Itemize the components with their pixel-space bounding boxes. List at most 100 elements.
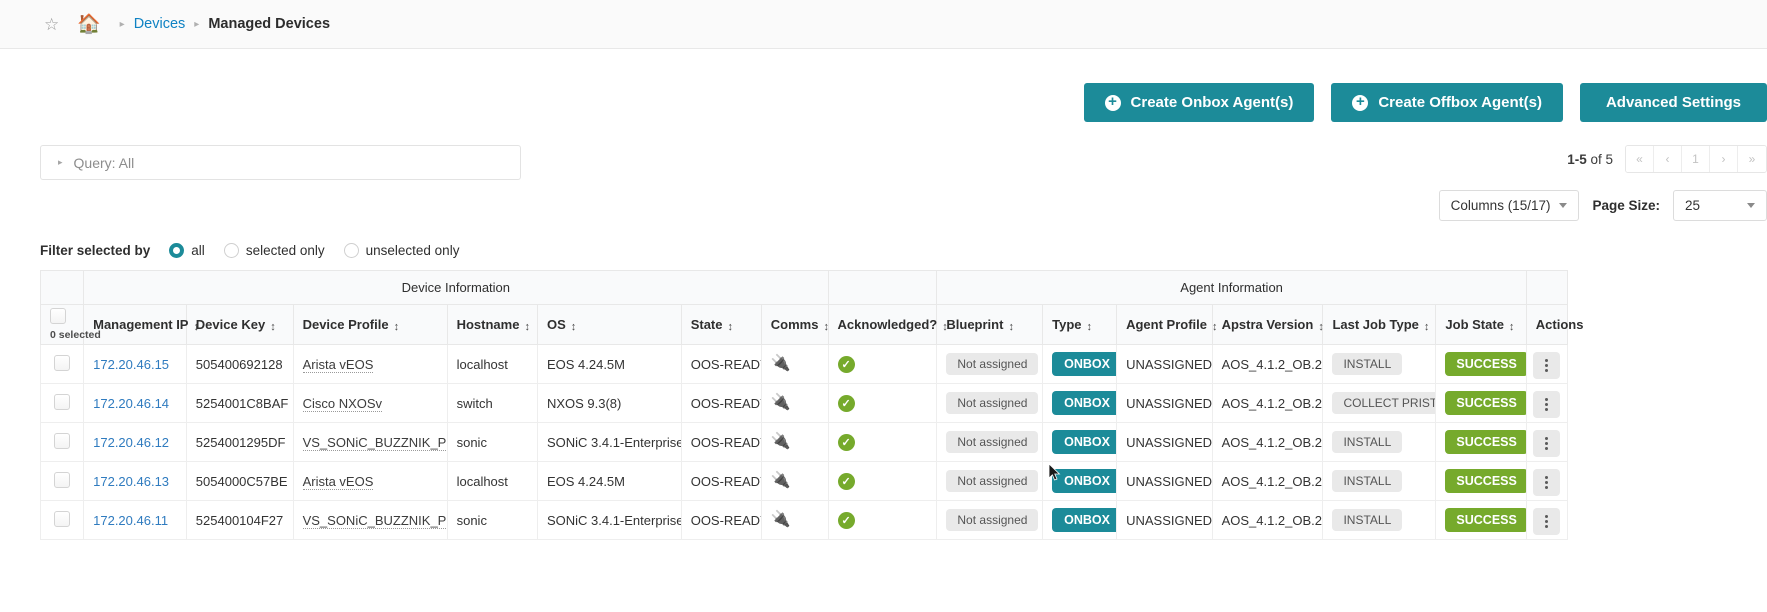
cell-apstra-version: AOS_4.1.2_OB.218 (1211, 344, 1324, 384)
agent-type-badge[interactable]: ONBOX (1052, 507, 1116, 533)
table-row[interactable]: 172.20.46.13 5054000C57BE Arista vEOS local… (39, 461, 1569, 501)
columns-selector-label: Columns (15/17) (1450, 198, 1551, 213)
device-profile-link[interactable]: Cisco NXOSv (302, 395, 383, 412)
column-header-last-job-type[interactable]: Last Job Type ↕ (1322, 304, 1437, 345)
cell-device-key: 5254001C8BAF (185, 383, 294, 423)
agent-type-badge[interactable]: ONBOX (1052, 390, 1116, 416)
agent-type-badge[interactable]: ONBOX (1052, 429, 1116, 455)
row-actions-kebab-icon[interactable] (1533, 390, 1561, 418)
cell-agent-profile: UNASSIGNED (1116, 500, 1213, 540)
cell-state: OOS-READY (680, 383, 762, 423)
cell-type: ONBOX (1042, 383, 1118, 423)
table-row[interactable]: 172.20.46.11 525400104F27 VS_SONiC_BUZZNIK… (39, 500, 1569, 540)
row-select-checkbox[interactable] (54, 432, 71, 449)
management-ip-link[interactable]: 172.20.46.11 (93, 513, 168, 528)
create-onbox-agents-button[interactable]: + Create Onbox Agent(s) (1083, 83, 1315, 122)
pagination-range-total: of 5 (1586, 151, 1613, 167)
column-header-os[interactable]: OS ↕ (536, 304, 682, 345)
job-state-badge: SUCCESS (1445, 507, 1526, 533)
blueprint-badge: Not assigned (946, 509, 1039, 531)
agent-type-badge[interactable]: ONBOX (1052, 468, 1116, 494)
row-select-checkbox[interactable] (54, 510, 71, 527)
job-state-badge: SUCCESS (1445, 390, 1526, 416)
cell-last-job-type: INSTALL (1322, 461, 1437, 501)
column-header-agent-profile[interactable]: Agent Profile ↕ (1116, 304, 1217, 345)
column-header-acknowledged[interactable]: Acknowledged? ↕ (827, 304, 948, 345)
cell-device-key: 505400692128 (185, 344, 294, 384)
management-ip-link[interactable]: 172.20.46.14 (93, 396, 169, 411)
column-header-blueprint[interactable]: Blueprint ↕ (936, 304, 1044, 345)
cell-actions (1525, 383, 1569, 423)
query-label: Query: All (73, 154, 135, 171)
management-ip-link[interactable]: 172.20.46.13 (93, 474, 169, 489)
radio-icon[interactable] (223, 243, 239, 258)
pagination-last-button[interactable]: » (1738, 146, 1766, 172)
column-header-device-profile[interactable]: Device Profile ↕ (292, 304, 448, 345)
row-actions-kebab-icon[interactable] (1533, 468, 1561, 496)
plus-icon: + (1352, 94, 1369, 111)
row-select-checkbox[interactable] (54, 393, 71, 410)
create-offbox-agents-button[interactable]: + Create Offbox Agent(s) (1331, 83, 1563, 122)
filter-option-selected-only[interactable]: selected only (223, 243, 325, 258)
column-header-job-state-label: Job State (1445, 317, 1504, 332)
query-builder[interactable]: ▸ Query: All (40, 145, 521, 180)
sort-icon: ↕ (393, 321, 400, 333)
management-ip-link[interactable]: 172.20.46.12 (93, 435, 169, 450)
column-header-hostname[interactable]: Hostname ↕ (446, 304, 538, 345)
home-icon[interactable]: 🏠 (77, 15, 101, 34)
radio-icon[interactable] (343, 243, 359, 258)
select-all-checkbox[interactable] (50, 308, 66, 324)
table-group-header-row: Device Information Agent Information (39, 270, 1569, 305)
pagination-page-1-button[interactable]: 1 (1682, 146, 1710, 172)
device-profile-link[interactable]: VS_SONiC_BUZZNIK_PLUS (302, 512, 447, 529)
device-profile-link[interactable]: VS_SONiC_BUZZNIK_PLUS (302, 434, 447, 451)
pagination-first-button[interactable]: « (1626, 146, 1654, 172)
advanced-settings-button[interactable]: Advanced Settings (1579, 83, 1767, 122)
device-profile-link[interactable]: Arista vEOS (302, 356, 374, 373)
row-select-cell (39, 461, 85, 501)
managed-devices-table: Device Information Agent Information 0 s… (39, 270, 1583, 540)
breadcrumb-current-page: Managed Devices (208, 16, 331, 32)
column-header-device-key[interactable]: Device Key ↕ (185, 304, 294, 345)
column-header-apstra-version[interactable]: Apstra Version ↕ (1211, 304, 1324, 345)
column-header-comms[interactable]: Comms ↕ (760, 304, 829, 345)
row-actions-kebab-icon[interactable] (1533, 507, 1561, 535)
column-header-state[interactable]: State ↕ (680, 304, 762, 345)
page-size-label: Page Size: (1592, 198, 1660, 213)
cell-last-job-type: INSTALL (1322, 344, 1437, 384)
columns-selector[interactable]: Columns (15/17) (1438, 190, 1580, 221)
management-ip-link[interactable]: 172.20.46.15 (93, 357, 169, 372)
column-header-management-ip-label: Management IP (93, 317, 189, 332)
device-profile-link[interactable]: Arista vEOS (302, 473, 374, 490)
cell-device-profile: Cisco NXOSv (292, 383, 448, 423)
column-header-type[interactable]: Type ↕ (1042, 304, 1118, 345)
column-header-comms-label: Comms (770, 317, 819, 332)
table-row[interactable]: 172.20.46.14 5254001C8BAF Cisco NXOSv switc… (39, 383, 1569, 423)
filter-option-unselected-only-label: unselected only (365, 243, 460, 258)
job-state-badge: SUCCESS (1445, 468, 1526, 494)
breadcrumb-link-devices[interactable]: Devices (134, 16, 186, 32)
radio-icon[interactable] (169, 243, 185, 258)
table-row[interactable]: 172.20.46.15 505400692128 Arista vEOS local… (39, 344, 1569, 384)
cell-hostname: localhost (446, 344, 538, 384)
page-size-selector[interactable]: 25 (1673, 190, 1767, 221)
managed-devices-table-wrapper: Device Information Agent Information 0 s… (39, 270, 1767, 540)
filter-option-unselected-only[interactable]: unselected only (343, 243, 460, 258)
column-header-job-state[interactable]: Job State ↕ (1435, 304, 1527, 345)
pagination-prev-button[interactable]: ‹ (1654, 146, 1682, 172)
table-row[interactable]: 172.20.46.12 5254001295DF VS_SONiC_BUZZNIK… (39, 422, 1569, 462)
agent-type-badge[interactable]: ONBOX (1052, 351, 1116, 377)
cell-last-job-type: INSTALL (1322, 500, 1437, 540)
row-select-checkbox[interactable] (54, 471, 71, 488)
cell-state: OOS-READY (680, 344, 762, 384)
row-actions-kebab-icon[interactable] (1533, 429, 1561, 457)
row-select-checkbox[interactable] (54, 354, 71, 371)
cell-hostname: sonic (446, 500, 538, 540)
row-actions-kebab-icon[interactable] (1533, 351, 1561, 379)
table-body: 172.20.46.15 505400692128 Arista vEOS local… (39, 344, 1569, 540)
cell-os: SONiC 3.4.1-Enterprise_Base (536, 422, 682, 462)
filter-option-all[interactable]: all (169, 243, 205, 258)
favorite-star-icon[interactable]: ☆ (44, 16, 61, 33)
cell-device-key: 525400104F27 (185, 500, 294, 540)
pagination-next-button[interactable]: › (1710, 146, 1738, 172)
